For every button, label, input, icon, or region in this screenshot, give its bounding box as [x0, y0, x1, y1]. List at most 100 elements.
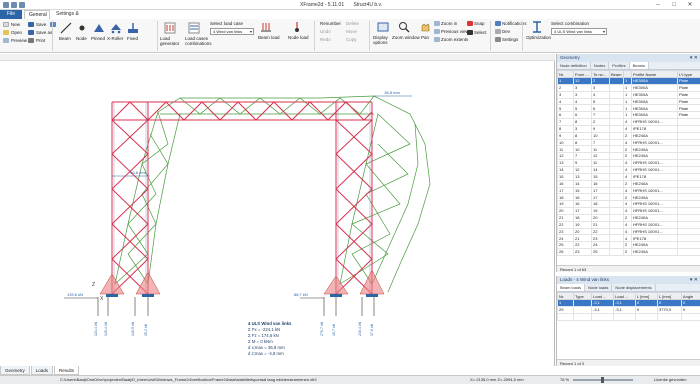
table-cell[interactable] — [677, 186, 700, 195]
table-cell[interactable]: 1 — [557, 299, 574, 307]
table-cell[interactable]: 0 — [657, 299, 682, 307]
table-row[interactable]: 10 8 7 4 HFRHS 100X1... — [557, 138, 700, 147]
column-header[interactable]: Angle — [681, 292, 700, 300]
table-cell[interactable]: HFRHS 100X1... — [631, 186, 678, 195]
table-cell[interactable]: 14 — [591, 165, 610, 174]
table-cell[interactable]: 17 — [557, 186, 574, 195]
table-cell[interactable] — [635, 312, 658, 321]
tab-general[interactable]: General — [24, 10, 50, 19]
table-cell[interactable]: 22 — [573, 241, 592, 250]
table-cell[interactable]: 16 — [573, 193, 592, 202]
table-cell[interactable]: 4 — [623, 234, 632, 243]
table-cell[interactable]: IPE178 — [631, 234, 678, 243]
table-cell[interactable]: HFRHS 100X1... — [631, 138, 678, 147]
tab-results[interactable]: Results — [54, 366, 80, 375]
pan-button[interactable]: Pan — [421, 35, 429, 40]
table-cell[interactable]: 6 — [557, 111, 574, 120]
preview-button[interactable]: Preview — [11, 38, 27, 43]
table-cell[interactable]: HE240A — [631, 241, 678, 250]
table-cell[interactable] — [677, 193, 700, 202]
column-header[interactable]: From ... — [573, 70, 592, 78]
table-row[interactable]: 14 12 14 4 HFRHS 100X1... — [557, 165, 700, 174]
table-cell[interactable]: HE240A — [631, 248, 678, 256]
table-cell[interactable]: 8 — [573, 131, 592, 140]
table-cell[interactable]: 2 — [623, 152, 632, 161]
table-cell[interactable]: 26 — [557, 248, 574, 256]
table-cell[interactable]: -3,1 — [613, 305, 636, 314]
table-cell[interactable]: 1 — [623, 97, 632, 106]
table-cell[interactable]: 1 — [623, 90, 632, 99]
table-cell[interactable]: -3,1 — [591, 299, 614, 307]
table-row[interactable]: 4 4 5 1 HE300A Plate — [557, 97, 700, 106]
table-cell[interactable]: 4 — [623, 124, 632, 133]
table-cell[interactable]: 21 — [591, 220, 610, 229]
table-cell[interactable]: 3 — [573, 90, 592, 99]
table-cell[interactable]: 3 — [557, 90, 574, 99]
table-cell[interactable] — [609, 131, 624, 140]
table-cell[interactable]: 18 — [573, 213, 592, 222]
table-cell[interactable]: 8 — [573, 138, 592, 147]
column-header[interactable]: Beam ... — [609, 70, 624, 78]
table-cell[interactable]: 0 — [635, 299, 658, 307]
loads-record-nav[interactable]: Record 1 of 3 — [557, 359, 700, 366]
table-cell[interactable] — [609, 124, 624, 133]
table-row[interactable]: 9 8 10 2 HE240A — [557, 131, 700, 140]
table-cell[interactable] — [677, 200, 700, 209]
table-cell[interactable] — [609, 118, 624, 126]
table-cell[interactable]: 4 — [591, 90, 610, 99]
load-generator-button[interactable]: Load generator — [160, 36, 182, 46]
table-cell[interactable]: 10 — [591, 131, 610, 140]
select-button[interactable]: Select — [474, 30, 487, 35]
table-cell[interactable]: Plate — [677, 83, 700, 92]
table-cell[interactable]: 12 — [557, 152, 574, 161]
table-cell[interactable]: HE240A — [631, 193, 678, 202]
table-cell[interactable] — [609, 193, 624, 202]
table-cell[interactable]: IPE178 — [631, 172, 678, 181]
table-cell[interactable]: 2 — [591, 118, 610, 126]
table-cell[interactable]: HE300A — [631, 83, 678, 92]
table-cell[interactable]: 16 — [557, 179, 574, 188]
tab-settings[interactable]: Settings & Manual — [52, 10, 92, 26]
new-button[interactable]: New — [11, 22, 20, 27]
table-cell[interactable]: 7 — [573, 152, 592, 161]
table-cell[interactable] — [609, 248, 624, 256]
table-cell[interactable]: 2 — [591, 77, 610, 85]
table-cell[interactable]: HFRHS 100X1... — [631, 165, 678, 174]
table-cell[interactable]: 20 — [573, 227, 592, 236]
table-cell[interactable]: 4 — [623, 200, 632, 209]
zoom-slider-handle[interactable] — [601, 377, 604, 383]
table-row[interactable]: 17 15 17 4 HFRHS 100X1... — [557, 186, 700, 195]
table-cell[interactable]: 2 — [623, 213, 632, 222]
settings-button[interactable]: Settings — [502, 37, 518, 42]
table-cell[interactable]: 1 — [623, 77, 632, 85]
table-cell[interactable] — [573, 299, 592, 307]
table-cell[interactable]: 23 — [573, 248, 592, 256]
column-header[interactable] — [623, 70, 632, 78]
minimize-button[interactable]: – — [650, 1, 666, 9]
table-cell[interactable]: 13 — [573, 172, 592, 181]
table-cell[interactable]: 25 — [557, 241, 574, 250]
table-cell[interactable]: 11 — [591, 145, 610, 154]
table-cell[interactable]: 22 — [557, 220, 574, 229]
table-cell[interactable]: Plate — [677, 104, 700, 113]
table-cell[interactable] — [609, 138, 624, 147]
table-cell[interactable]: 2 — [623, 248, 632, 256]
table-row[interactable]: 1 -3,1 -3,1 0 0 0 — [557, 299, 700, 307]
table-cell[interactable] — [677, 220, 700, 229]
close-button[interactable]: ✕ — [682, 1, 698, 9]
table-cell[interactable]: 21 — [557, 213, 574, 222]
table-cell[interactable]: 4 — [623, 207, 632, 215]
pin-icon[interactable]: ▾ ✕ — [690, 54, 698, 62]
table-row[interactable]: 20 17 19 4 HFRHS 100X1... — [557, 207, 700, 215]
table-cell[interactable] — [609, 186, 624, 195]
zoom-window-button[interactable]: Zoom window — [392, 35, 420, 40]
table-row[interactable]: 3 3 4 1 HE300A Plate — [557, 90, 700, 99]
table-cell[interactable]: HFRHS 100X1... — [631, 118, 678, 126]
table-cell[interactable] — [591, 312, 614, 321]
column-header[interactable]: Profile Name — [631, 70, 678, 78]
table-row[interactable]: 24 21 23 4 IPE178 — [557, 234, 700, 243]
table-row[interactable]: 23 20 22 4 HFRHS 100X1... — [557, 227, 700, 236]
table-cell[interactable]: 9 — [591, 124, 610, 133]
table-cell[interactable] — [609, 97, 624, 106]
table-cell[interactable]: 8 — [557, 124, 574, 133]
